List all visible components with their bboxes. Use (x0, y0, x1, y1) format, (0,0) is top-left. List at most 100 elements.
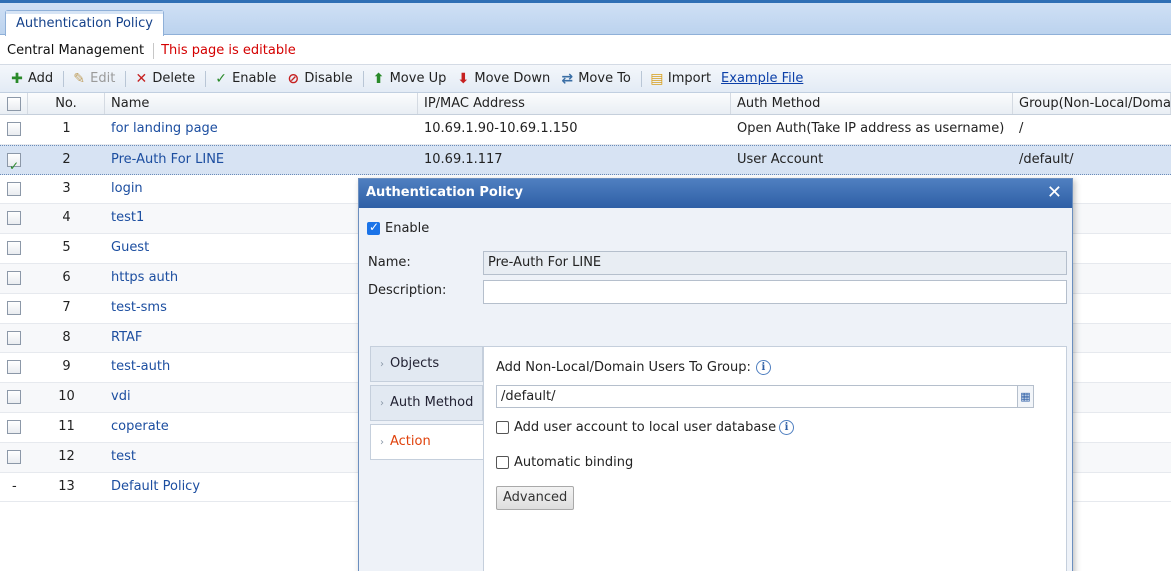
close-icon[interactable]: ✕ (1047, 179, 1062, 207)
editable-note: This page is editable (161, 43, 296, 58)
tab-authentication-policy[interactable]: Authentication Policy (5, 10, 164, 38)
row-select-cell (0, 353, 28, 382)
row-no: 10 (58, 389, 75, 405)
divider (362, 70, 364, 87)
row-no: 8 (62, 329, 71, 345)
description-input[interactable] (483, 280, 1067, 304)
divider (205, 70, 207, 87)
row-checkbox[interactable] (7, 449, 21, 464)
header-ip-mac[interactable]: IP/MAC Address (418, 93, 731, 114)
row-name-link[interactable]: Pre-Auth For LINE (105, 146, 418, 174)
name-input[interactable]: Pre-Auth For LINE (483, 251, 1067, 275)
enable-checkbox[interactable] (367, 220, 380, 235)
group-input[interactable]: /default/ (496, 385, 1018, 408)
authentication-policy-dialog: Authentication Policy ✕ Enable Name: Pre… (358, 178, 1073, 571)
automatic-binding-label: Automatic binding (514, 455, 634, 470)
row-checkbox[interactable] (7, 300, 21, 315)
side-tab-action[interactable]: › Action (370, 424, 484, 460)
delete-icon: ✕ (135, 70, 148, 87)
divider (63, 70, 65, 87)
row-select-cell (0, 383, 28, 412)
row-group: / (1019, 121, 1024, 136)
add-to-group-label: Add Non-Local/Domain Users To Group: (496, 360, 751, 375)
side-tabs: › Objects › Auth Method › Action (370, 346, 484, 463)
add-icon: ✚ (11, 70, 23, 87)
arrow-down-icon: ⬇ (457, 70, 470, 87)
table-row[interactable]: 2 Pre-Auth For LINE 10.69.1.117 User Accoun… (0, 144, 1171, 175)
name-label: Name: (368, 255, 411, 270)
row-checkbox[interactable] (7, 270, 21, 285)
row-select-cell (0, 443, 28, 472)
info-icon[interactable]: i (755, 360, 771, 375)
row-ip: 10.69.1.90-10.69.1.150 (424, 121, 578, 136)
row-checkbox[interactable] (7, 122, 21, 136)
row-name-link[interactable]: for landing page (105, 115, 418, 144)
prohibited-icon: ⊘ (287, 70, 300, 87)
table-header: No. Name IP/MAC Address Auth Method Grou… (0, 93, 1171, 115)
side-tab-objects[interactable]: › Objects (370, 346, 483, 382)
check-icon: ✓ (215, 70, 227, 87)
add-local-user-row[interactable]: Add user account to local user database … (496, 420, 795, 435)
row-select-cell (0, 413, 28, 442)
enable-button[interactable]: ✓ Enable (212, 68, 278, 90)
move-up-button[interactable]: ⬆ Move Up (370, 68, 449, 90)
move-to-icon: ⇄ (561, 70, 574, 87)
row-checkbox[interactable] (7, 360, 21, 375)
row-checkbox[interactable] (7, 390, 21, 405)
row-checkbox[interactable] (7, 211, 21, 226)
central-management-label: Central Management (7, 43, 145, 58)
header-group[interactable]: Group(Non-Local/Domain (1013, 93, 1171, 114)
row-select-cell (0, 175, 28, 204)
dialog-title: Authentication Policy (366, 185, 523, 200)
row-checkbox[interactable] (7, 419, 21, 434)
info-icon[interactable]: i (779, 420, 795, 435)
row-select-cell (0, 324, 28, 353)
enable-checkbox-row[interactable]: Enable (367, 220, 429, 236)
row-select-cell (0, 234, 28, 263)
move-to-button[interactable]: ⇄ Move To (558, 68, 633, 90)
move-down-button[interactable]: ⬇ Move Down (454, 68, 552, 90)
row-checkbox[interactable] (7, 152, 21, 174)
header-auth-method[interactable]: Auth Method (731, 93, 1013, 114)
row-auth-method: User Account (737, 151, 824, 167)
row-no: 5 (62, 240, 71, 256)
delete-button[interactable]: ✕ Delete (132, 68, 197, 90)
header-name[interactable]: Name (105, 93, 418, 114)
row-checkbox[interactable] (7, 330, 21, 345)
add-button[interactable]: ✚ Add (8, 68, 55, 90)
row-select-cell (0, 115, 28, 144)
row-select-cell: - (0, 473, 28, 502)
advanced-button[interactable]: Advanced (496, 486, 575, 510)
row-no: 9 (62, 359, 71, 375)
group-picker-icon[interactable]: ▦ (1017, 385, 1034, 408)
row-select-cell (0, 294, 28, 323)
row-ip: 10.69.1.117 (424, 151, 503, 167)
chevron-right-icon: › (380, 398, 384, 409)
chevron-right-icon: › (380, 359, 384, 370)
row-select-cell (0, 146, 28, 174)
group-label-row: Add Non-Local/Domain Users To Group: i (496, 360, 771, 375)
automatic-binding-row[interactable]: Automatic binding (496, 455, 633, 470)
row-select-cell (0, 204, 28, 233)
example-file-link[interactable]: Example File (719, 68, 805, 90)
edit-button[interactable]: ✎ Edit (70, 68, 117, 90)
divider (153, 42, 155, 59)
row-no: 11 (58, 418, 75, 434)
add-local-user-checkbox[interactable] (496, 421, 509, 434)
row-marker: - (12, 478, 17, 494)
header-no[interactable]: No. (28, 93, 105, 114)
table-row[interactable]: 1 for landing page 10.69.1.90-10.69.1.150 O… (0, 115, 1171, 145)
row-no: 7 (62, 299, 71, 315)
import-button[interactable]: ▤ Import (648, 68, 713, 90)
select-all-checkbox[interactable] (7, 97, 21, 111)
side-tab-auth-method[interactable]: › Auth Method (370, 385, 483, 421)
row-checkbox[interactable] (7, 241, 21, 256)
row-select-cell (0, 264, 28, 293)
action-panel: Add Non-Local/Domain Users To Group: i /… (483, 346, 1067, 571)
tab-strip: Authentication Policy (0, 0, 1171, 38)
automatic-binding-checkbox[interactable] (496, 456, 509, 469)
row-checkbox[interactable] (7, 181, 21, 196)
add-local-user-label: Add user account to local user database (514, 420, 777, 435)
disable-button[interactable]: ⊘ Disable (284, 68, 354, 90)
row-no: 13 (58, 478, 75, 494)
